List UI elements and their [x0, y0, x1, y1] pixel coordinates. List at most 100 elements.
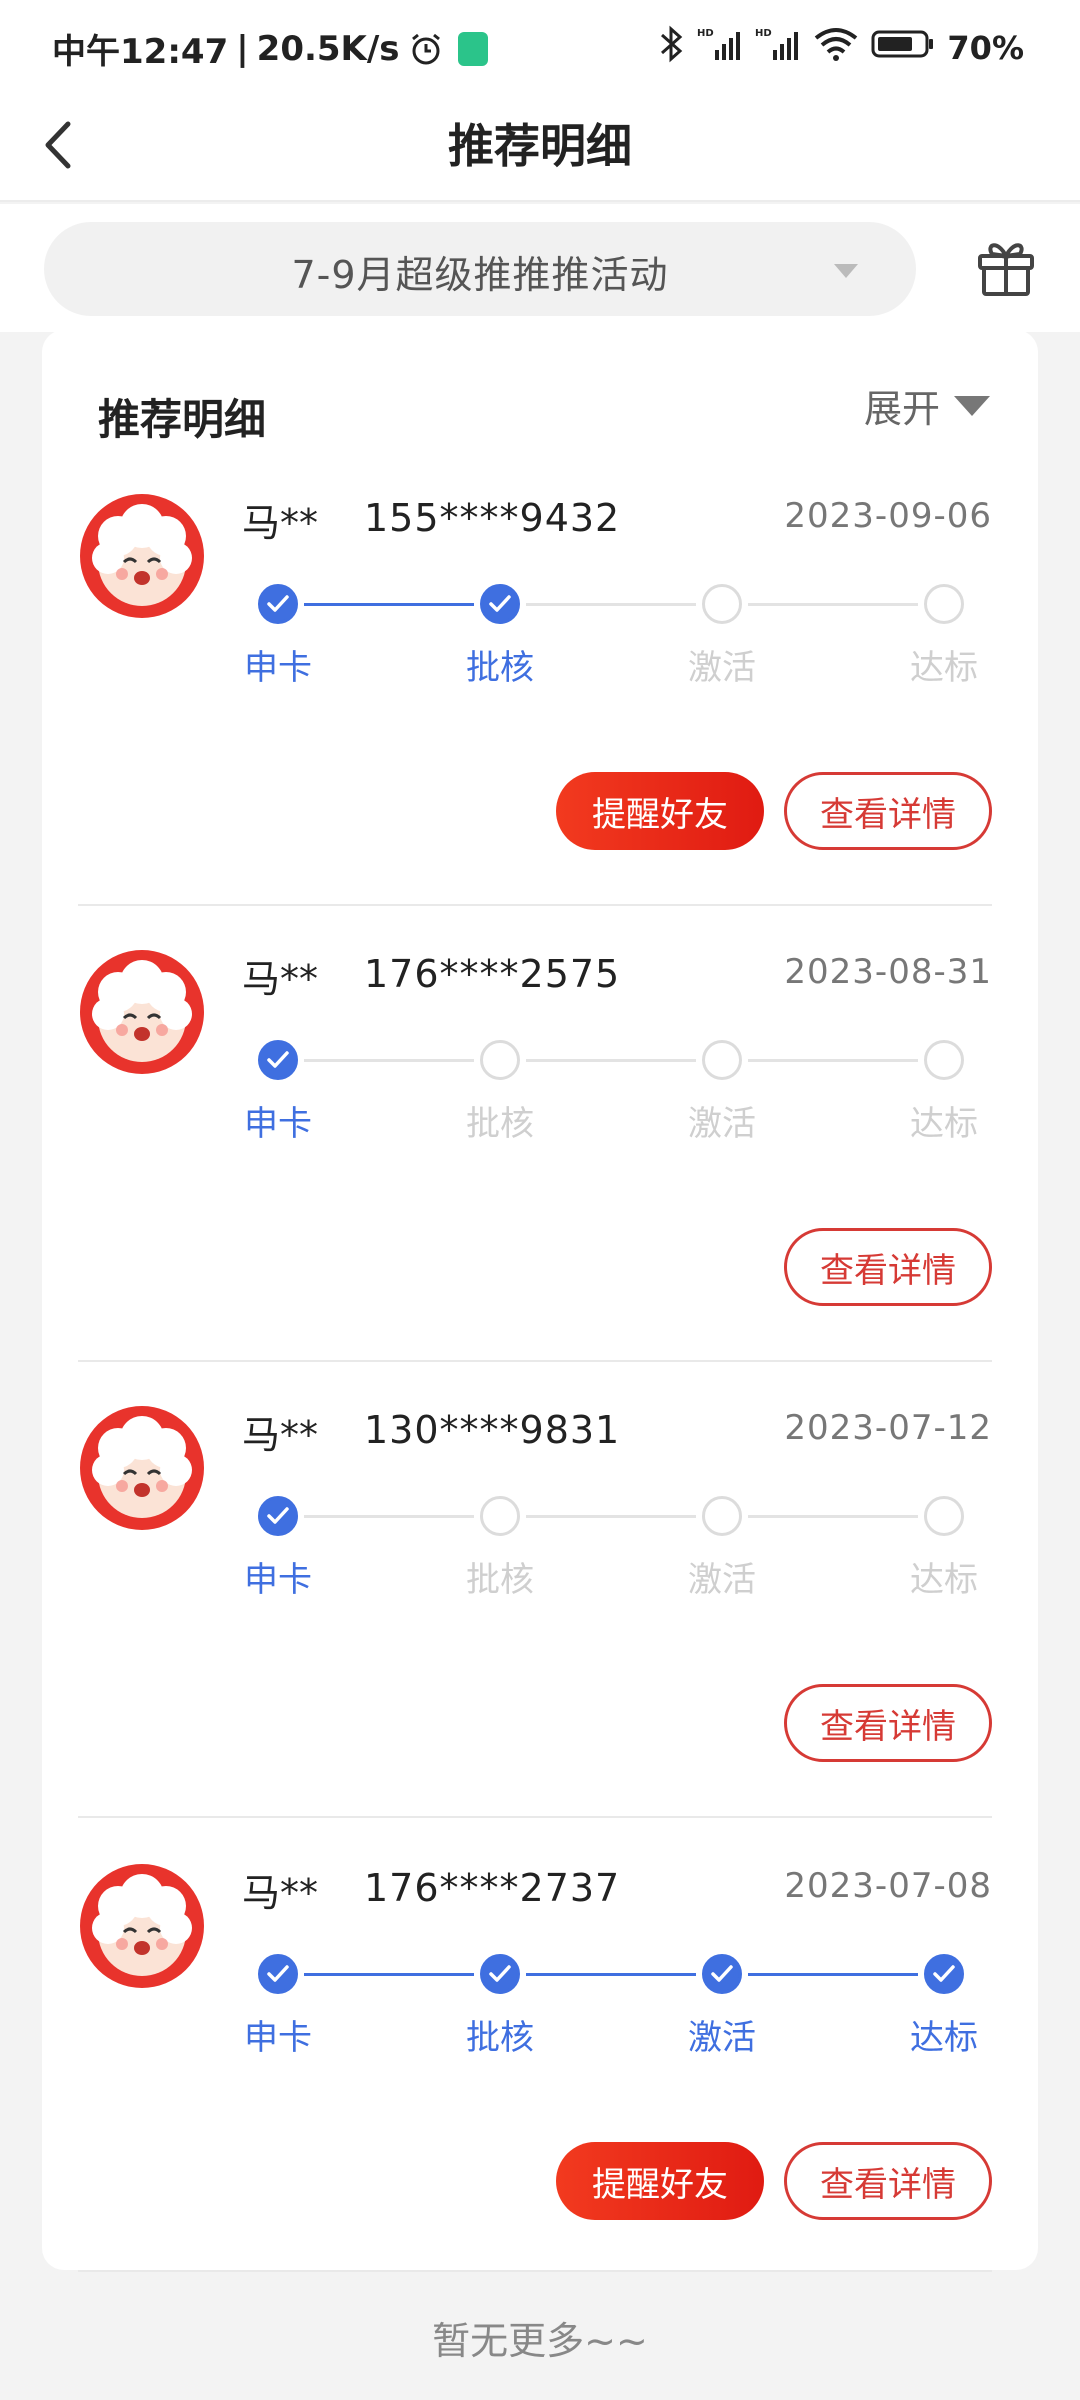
remind-friend-button[interactable]: 提醒好友 — [556, 2142, 764, 2220]
view-detail-button[interactable]: 查看详情 — [784, 1684, 992, 1762]
activity-select[interactable]: 7-9月超级推推推活动 — [44, 222, 916, 316]
step-pending-dot — [702, 1040, 742, 1080]
recommend-card: 推荐明细 展开 马** 155****9432 2023-09-06 申卡 批核… — [42, 330, 1038, 2272]
filter-bar: 7-9月超级推推推活动 — [0, 204, 1080, 332]
progress-steps: 申卡 批核 激活 达标 — [244, 582, 978, 688]
record-divider — [78, 1816, 992, 1818]
expand-toggle[interactable]: 展开 — [864, 378, 990, 433]
mascot-avatar-icon — [80, 494, 204, 618]
check-icon — [489, 1965, 511, 1982]
check-icon — [267, 1507, 289, 1524]
record-item-1: 马** 155****9432 2023-09-06 申卡 批核 激活 达标 查看详情… — [78, 492, 992, 852]
battery-icon — [871, 28, 935, 68]
bluetooth-icon — [659, 24, 685, 72]
step-connector — [748, 1059, 918, 1062]
record-phone: 130****9831 — [364, 1408, 621, 1452]
record-date: 2023-07-12 — [784, 1408, 992, 1448]
alarm-icon — [408, 31, 444, 67]
step-connector — [304, 1059, 474, 1062]
svg-text:HD: HD — [697, 28, 714, 39]
battery-level: 70% — [947, 29, 1024, 67]
step-done-dot — [702, 1954, 742, 1994]
step-label: 达标 — [910, 1560, 978, 1600]
step-label: 批核 — [466, 1560, 534, 1600]
check-icon — [267, 595, 289, 612]
step-label: 申卡 — [244, 1104, 312, 1144]
step-done-dot — [258, 584, 298, 624]
view-detail-button[interactable]: 查看详情 — [784, 1228, 992, 1306]
step-label: 达标 — [910, 648, 978, 688]
progress-steps: 申卡 批核 激活 达标 — [244, 1038, 978, 1144]
step-pending-dot — [702, 584, 742, 624]
view-detail-button[interactable]: 查看详情 — [784, 2142, 992, 2220]
step-connector — [748, 603, 918, 606]
avatar — [78, 948, 206, 1076]
step-done-dot — [258, 1040, 298, 1080]
step-label: 激活 — [688, 648, 756, 688]
view-detail-button[interactable]: 查看详情 — [784, 772, 992, 850]
step-pending-dot — [702, 1496, 742, 1536]
card-title: 推荐明细 — [98, 395, 267, 444]
step-label: 达标 — [910, 1104, 978, 1144]
step-done-dot — [258, 1954, 298, 1994]
record-name: 马** — [242, 1413, 319, 1457]
page-title: 推荐明细 — [448, 119, 632, 173]
gift-icon — [978, 243, 1034, 296]
step-connector — [526, 603, 696, 606]
record-phone: 155****9432 — [364, 496, 621, 540]
progress-steps: 申卡 批核 激活 达标 — [244, 1494, 978, 1600]
step-label: 申卡 — [244, 648, 312, 688]
check-icon — [267, 1051, 289, 1068]
record-date: 2023-08-31 — [784, 952, 992, 992]
svg-text:HD: HD — [755, 28, 772, 39]
avatar — [78, 492, 206, 620]
gift-button[interactable] — [976, 234, 1036, 298]
step-done-dot — [258, 1496, 298, 1536]
expand-label: 展开 — [863, 387, 940, 431]
status-bar: 中午12:47 | 20.5K/s HD HD 70% — [0, 0, 1080, 92]
record-divider — [78, 904, 992, 906]
step-pending-dot — [924, 1496, 964, 1536]
record-phone: 176****2575 — [364, 952, 621, 996]
step-label: 达标 — [910, 2018, 978, 2058]
check-icon — [933, 1965, 955, 1982]
step-done-dot — [480, 584, 520, 624]
step-label: 批核 — [466, 2018, 534, 2058]
step-label: 激活 — [688, 1560, 756, 1600]
step-pending-dot — [480, 1496, 520, 1536]
chevron-down-icon — [834, 264, 858, 278]
record-date: 2023-09-06 — [784, 496, 992, 536]
record-date: 2023-07-08 — [784, 1866, 992, 1906]
record-divider — [78, 1360, 992, 1362]
activity-select-label: 7-9月超级推推推活动 — [291, 253, 669, 297]
step-connector — [748, 1973, 918, 1976]
step-pending-dot — [480, 1040, 520, 1080]
top-nav-bar: 推荐明细 — [0, 92, 1080, 202]
step-connector — [748, 1515, 918, 1518]
step-done-dot — [924, 1954, 964, 1994]
remind-friend-button[interactable]: 提醒好友 — [556, 772, 764, 850]
step-label: 激活 — [688, 1104, 756, 1144]
mascot-avatar-icon — [80, 1406, 204, 1530]
record-name: 马** — [242, 501, 319, 545]
step-connector — [526, 1973, 696, 1976]
caret-down-icon — [954, 395, 990, 416]
step-connector — [304, 1973, 474, 1976]
progress-steps: 申卡 批核 激活 达标 — [244, 1952, 978, 2058]
record-phone: 176****2737 — [364, 1866, 621, 1910]
step-label: 申卡 — [244, 2018, 312, 2058]
step-pending-dot — [924, 584, 964, 624]
check-icon — [711, 1965, 733, 1982]
status-right: HD HD 70% — [659, 24, 1024, 72]
record-name: 马** — [242, 1871, 319, 1915]
step-connector — [304, 603, 474, 606]
signal-icon-2: HD — [755, 26, 801, 70]
record-item-4: 马** 176****2737 2023-07-08 申卡 批核 激活 达标 查看详情… — [78, 1862, 992, 2222]
status-left: 中午12:47 | 20.5K/s — [52, 24, 488, 73]
step-label: 申卡 — [244, 1560, 312, 1600]
no-more-text: 暂无更多~~ — [432, 2319, 648, 2363]
step-label: 批核 — [466, 1104, 534, 1144]
check-icon — [267, 1965, 289, 1982]
step-connector — [304, 1515, 474, 1518]
status-time: 中午12:47 — [52, 32, 229, 72]
